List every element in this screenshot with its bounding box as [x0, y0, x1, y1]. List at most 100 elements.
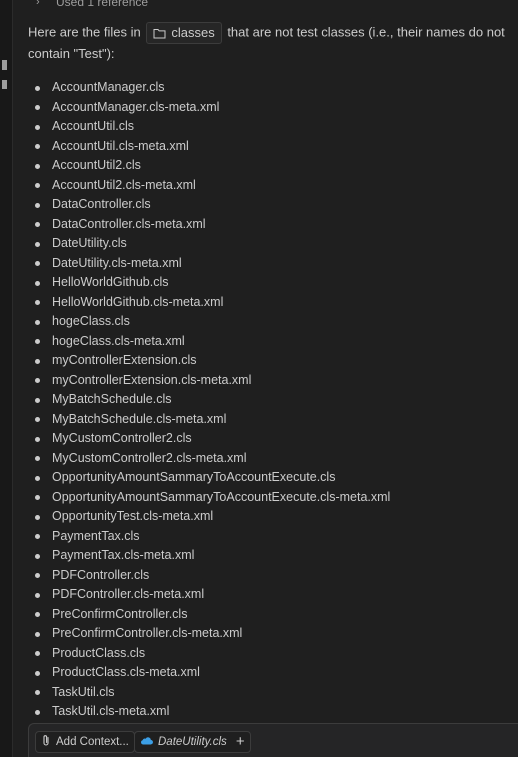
bullet-icon — [35, 456, 40, 461]
file-name: HelloWorldGithub.cls-meta.xml — [52, 294, 224, 309]
file-list: AccountManager.cls AccountManager.cls-met… — [28, 78, 390, 722]
bullet-icon — [35, 651, 40, 656]
bullet-icon — [35, 534, 40, 539]
bullet-icon — [35, 85, 40, 91]
file-name: DateUtility.cls — [52, 236, 127, 250]
folder-icon — [153, 28, 166, 39]
file-name: MyCustomController2.cls-meta.xml — [52, 450, 247, 465]
bullet-icon — [35, 397, 40, 403]
bullet-icon — [35, 612, 40, 617]
bullet-icon — [35, 553, 40, 559]
file-name: MyBatchSchedule.cls — [52, 392, 172, 406]
file-list-item: MyBatchSchedule.cls-meta.xml — [28, 410, 390, 430]
file-list-item: myControllerExtension.cls — [28, 351, 390, 371]
gutter-marker — [2, 80, 7, 89]
file-name: MyBatchSchedule.cls-meta.xml — [52, 411, 227, 426]
bullet-icon — [35, 690, 40, 695]
current-file-chip[interactable]: DateUtility.cls + — [134, 731, 251, 753]
bullet-icon — [35, 124, 40, 130]
file-list-item: MyCustomController2.cls-meta.xml — [28, 449, 390, 469]
file-name: ProductClass.cls — [52, 645, 146, 660]
bullet-icon — [35, 339, 40, 344]
file-name: PDFController.cls-meta.xml — [52, 587, 205, 601]
file-list-item: hogeClass.cls-meta.xml — [28, 332, 390, 352]
salesforce-file-icon — [140, 736, 153, 748]
file-name: myControllerExtension.cls-meta.xml — [52, 372, 252, 387]
file-list-item: DateUtility.cls-meta.xml — [28, 254, 390, 274]
file-name: hogeClass.cls-meta.xml — [52, 333, 185, 348]
bullet-icon — [35, 436, 40, 442]
file-list-item: myControllerExtension.cls-meta.xml — [28, 371, 390, 391]
reference-label: Used 1 reference — [56, 0, 149, 9]
bullet-icon — [35, 631, 40, 637]
file-name: AccountManager.cls — [52, 80, 165, 94]
bullet-icon — [35, 202, 40, 208]
folder-name: classes — [171, 25, 215, 40]
bullet-icon — [35, 514, 40, 520]
file-list-item: AccountUtil.cls-meta.xml — [28, 137, 390, 157]
file-name: OpportunityAmountSammaryToAccountExecute… — [52, 489, 391, 504]
file-list-item: MyBatchSchedule.cls — [28, 390, 390, 410]
chevron-right-icon: › — [36, 0, 40, 8]
file-list-item: AccountUtil2.cls — [28, 156, 390, 176]
file-name: hogeClass.cls — [52, 314, 130, 328]
bullet-icon — [35, 222, 40, 227]
file-list-item: TaskUtil.cls — [28, 683, 390, 703]
file-name: AccountUtil.cls-meta.xml — [52, 138, 189, 153]
bullet-icon — [35, 105, 40, 110]
file-name: myControllerExtension.cls — [52, 353, 197, 367]
gutter-marker — [2, 60, 7, 70]
bullet-icon — [35, 378, 40, 383]
intro-text-before: Here are the files in — [28, 24, 145, 40]
file-name: AccountUtil2.cls-meta.xml — [52, 177, 196, 192]
file-name: PreConfirmController.cls — [52, 606, 188, 621]
editor-gutter — [0, 0, 13, 757]
file-list-item: PDFController.cls-meta.xml — [28, 585, 390, 605]
file-name: TaskUtil.cls — [52, 684, 115, 699]
bullet-icon — [35, 475, 40, 481]
bullet-icon — [35, 709, 40, 715]
bullet-icon — [35, 592, 40, 598]
file-list-item: OpportunityTest.cls-meta.xml — [28, 507, 390, 527]
file-list-item: DateUtility.cls — [28, 234, 390, 254]
file-list-item: PreConfirmController.cls — [28, 605, 390, 625]
file-list-item: PreConfirmController.cls-meta.xml — [28, 624, 390, 644]
folder-reference-chip[interactable]: classes — [146, 22, 222, 44]
bullet-icon — [35, 358, 40, 364]
file-name: ProductClass.cls-meta.xml — [52, 665, 200, 679]
file-list-item: AccountManager.cls — [28, 78, 390, 98]
bullet-icon — [35, 163, 40, 169]
file-name: PDFController.cls — [52, 567, 150, 582]
file-list-item: AccountUtil2.cls-meta.xml — [28, 176, 390, 196]
file-name: AccountUtil.cls — [52, 119, 134, 133]
file-list-item: DataController.cls — [28, 195, 390, 215]
file-name: OpportunityAmountSammaryToAccountExecute… — [52, 470, 336, 484]
file-list-item: HelloWorldGithub.cls — [28, 273, 390, 293]
add-context-button[interactable]: Add Context... — [35, 731, 135, 753]
file-name: DateUtility.cls-meta.xml — [52, 255, 182, 270]
chat-page: › Used 1 reference Here are the files in… — [0, 0, 518, 757]
bullet-icon — [35, 319, 40, 325]
file-name: PreConfirmController.cls-meta.xml — [52, 626, 243, 640]
used-references-toggle[interactable]: › Used 1 reference — [36, 0, 148, 12]
file-list-item: hogeClass.cls — [28, 312, 390, 332]
file-list-item: TaskUtil.cls-meta.xml — [28, 702, 390, 722]
paperclip-icon — [41, 734, 51, 750]
bullet-icon — [35, 144, 40, 149]
chat-input-bar: Add Context... DateUtility.cls + — [28, 723, 518, 757]
current-file-name: DateUtility.cls — [158, 736, 227, 748]
chat-response-panel: › Used 1 reference Here are the files in… — [13, 0, 518, 757]
file-name: TaskUtil.cls-meta.xml — [52, 704, 170, 718]
add-file-button[interactable]: + — [236, 732, 245, 752]
file-list-item: DataController.cls-meta.xml — [28, 215, 390, 235]
file-list-item: ProductClass.cls — [28, 644, 390, 664]
file-name: DataController.cls-meta.xml — [52, 216, 206, 231]
bullet-icon — [35, 417, 40, 422]
file-name: MyCustomController2.cls — [52, 431, 192, 445]
bullet-icon — [35, 280, 40, 286]
bullet-icon — [35, 300, 40, 305]
file-list-item: AccountUtil.cls — [28, 117, 390, 137]
file-list-item: AccountManager.cls-meta.xml — [28, 98, 390, 118]
file-list-item: PaymentTax.cls — [28, 527, 390, 547]
file-list-item: MyCustomController2.cls — [28, 429, 390, 449]
